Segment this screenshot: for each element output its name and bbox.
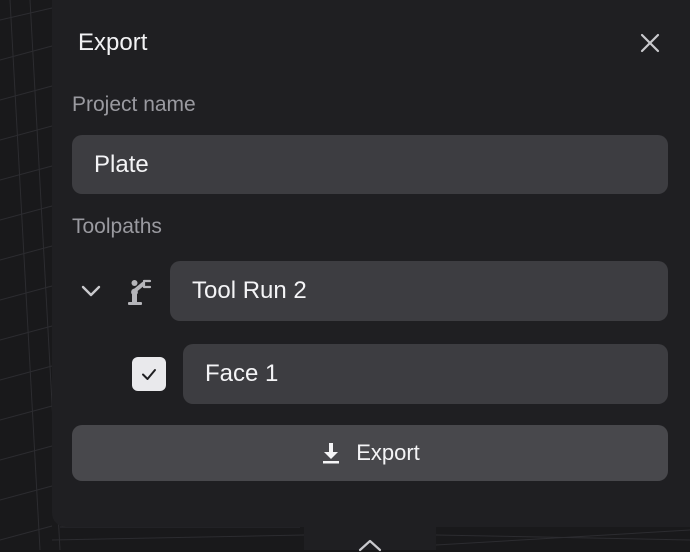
checkmark-icon bbox=[142, 369, 156, 380]
chevron-down-icon bbox=[81, 285, 101, 297]
toolpath-checkbox[interactable] bbox=[132, 357, 166, 391]
download-icon bbox=[320, 441, 342, 465]
export-panel: Export Project name Plate Toolpaths Tool… bbox=[52, 0, 690, 527]
export-button[interactable]: Export bbox=[72, 425, 668, 481]
tool-run-name: Tool Run 2 bbox=[192, 277, 307, 304]
toolpath-row-face[interactable]: Face 1 bbox=[183, 344, 668, 404]
bottom-drawer-handle[interactable] bbox=[304, 527, 436, 552]
panel-title: Export bbox=[78, 29, 148, 56]
export-button-label: Export bbox=[356, 440, 420, 465]
robot-arm-icon bbox=[125, 277, 155, 307]
close-button[interactable] bbox=[637, 30, 663, 56]
toolpaths-label: Toolpaths bbox=[72, 215, 162, 238]
project-name-value: Plate bbox=[94, 150, 149, 178]
project-name-label: Project name bbox=[72, 93, 196, 116]
expand-toggle[interactable] bbox=[79, 279, 103, 303]
toolpath-name: Face 1 bbox=[205, 360, 279, 387]
tool-run-row[interactable]: Tool Run 2 bbox=[170, 261, 668, 321]
project-name-input[interactable]: Plate bbox=[72, 135, 668, 194]
close-icon bbox=[640, 33, 660, 53]
